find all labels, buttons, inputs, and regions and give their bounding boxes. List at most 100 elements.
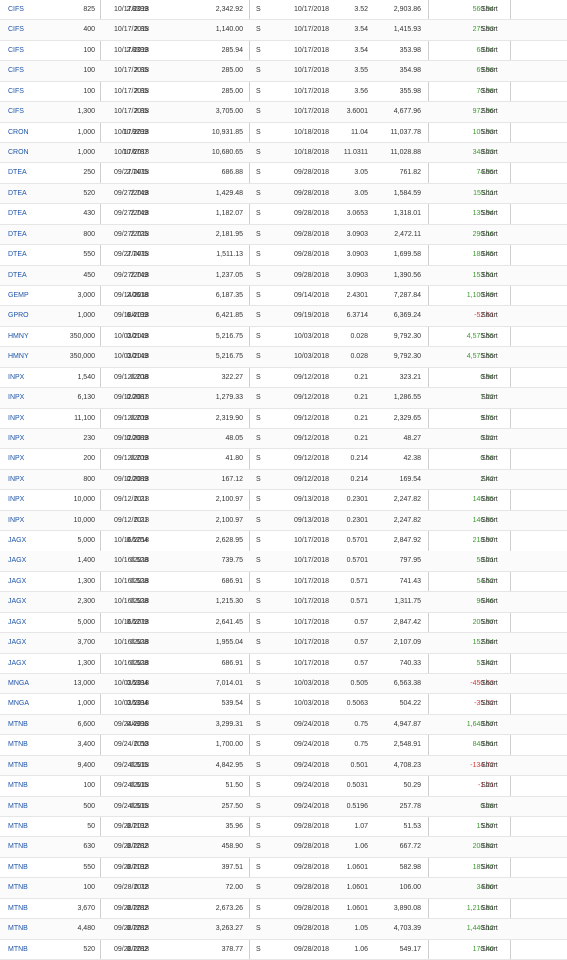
- term-cell: Short: [481, 87, 498, 95]
- sell-date-cell: 09/28/2018: [294, 925, 330, 933]
- symbol-link[interactable]: MNGA: [8, 674, 29, 694]
- sell-amount-cell: 504.22: [399, 700, 421, 708]
- symbol-link[interactable]: JAGX: [8, 572, 26, 592]
- symbol-link[interactable]: MTNB: [8, 817, 28, 837]
- symbol-link[interactable]: HMNY: [8, 347, 29, 367]
- sell-price-cell: 1.06: [354, 945, 368, 953]
- symbol-link[interactable]: INPX: [8, 368, 24, 388]
- buy-price-cell: 0.515: [130, 761, 148, 769]
- table-row: JAGX 2,300 10/16/2018 0.528 1,215.30 S 10/17/2…: [0, 592, 567, 613]
- symbol-link[interactable]: MTNB: [8, 940, 28, 960]
- sell-amount-cell: 761.82: [399, 169, 421, 177]
- symbol-link[interactable]: JAGX: [8, 551, 26, 571]
- symbol-link[interactable]: MTNB: [8, 776, 28, 796]
- symbol-link[interactable]: GPRO: [8, 306, 29, 326]
- sell-date-cell: 10/17/2018: [294, 26, 330, 34]
- symbol-link[interactable]: CRON: [8, 123, 29, 143]
- sell-date-cell: 09/24/2018: [294, 802, 330, 810]
- sell-price-cell: 0.505: [350, 680, 368, 688]
- symbol-link[interactable]: DTEA: [8, 184, 27, 204]
- symbol-link[interactable]: MTNB: [8, 735, 28, 755]
- symbol-link[interactable]: DTEA: [8, 204, 27, 224]
- symbol-link[interactable]: INPX: [8, 490, 24, 510]
- buy-amount-cell: 1,140.00: [215, 26, 243, 34]
- symbol-link[interactable]: MTNB: [8, 858, 28, 878]
- symbol-link[interactable]: INPX: [8, 429, 24, 449]
- sell-date-cell: 09/12/2018: [294, 414, 330, 422]
- buy-price-cell: 0.21: [134, 496, 148, 504]
- symbol-link[interactable]: DTEA: [8, 163, 27, 183]
- symbol-link[interactable]: MTNB: [8, 878, 28, 898]
- symbol-link[interactable]: JAGX: [8, 592, 26, 612]
- table-row: INPX 6,130 09/12/2018 0.2087 1,279.33 S 09/12/…: [0, 388, 567, 409]
- symbol-link[interactable]: CIFS: [8, 20, 24, 40]
- side-cell: S: [256, 884, 261, 892]
- sell-amount-cell: 4,677.96: [393, 108, 421, 116]
- buy-price-cell: 0.5279: [126, 618, 148, 626]
- buy-amount-cell: 3,263.27: [215, 925, 243, 933]
- symbol-link[interactable]: DTEA: [8, 245, 27, 265]
- sell-amount-cell: 4,947.87: [393, 720, 421, 728]
- term-cell: Short: [481, 516, 498, 524]
- buy-amount-cell: 2,673.26: [215, 904, 243, 912]
- quantity-cell: 430: [83, 210, 95, 218]
- symbol-link[interactable]: CIFS: [8, 82, 24, 102]
- buy-amount-cell: 6,421.85: [215, 312, 243, 320]
- term-cell: Short: [481, 843, 498, 851]
- table-row: DTEA 430 09/27/2018 2.749 1,182.07 S 09/28/201…: [0, 204, 567, 225]
- symbol-link[interactable]: INPX: [8, 409, 24, 429]
- buy-price-cell: 0.2087: [126, 394, 148, 402]
- buy-amount-cell: 378.77: [221, 945, 243, 953]
- symbol-link[interactable]: MTNB: [8, 756, 28, 776]
- symbol-link[interactable]: INPX: [8, 511, 24, 531]
- symbol-link[interactable]: MNGA: [8, 694, 29, 714]
- side-cell: S: [256, 394, 261, 402]
- term-cell: Short: [481, 700, 498, 708]
- quantity-cell: 100: [83, 884, 95, 892]
- term-cell: Short: [481, 6, 498, 13]
- sell-amount-cell: 6,563.38: [393, 680, 421, 688]
- term-cell: Short: [481, 67, 498, 75]
- sell-date-cell: 09/12/2018: [294, 394, 330, 402]
- symbol-link[interactable]: CIFS: [8, 61, 24, 81]
- symbol-link[interactable]: DTEA: [8, 266, 27, 286]
- table-row: DTEA 520 09/27/2018 2.749 1,429.48 S 09/28/201…: [0, 183, 567, 205]
- side-cell: S: [256, 46, 261, 54]
- symbol-link[interactable]: MTNB: [8, 715, 28, 735]
- buy-amount-cell: 7,014.01: [215, 680, 243, 688]
- sell-date-cell: 09/24/2018: [294, 761, 330, 769]
- symbol-link[interactable]: MTNB: [8, 919, 28, 939]
- quantity-cell: 450: [83, 271, 95, 279]
- symbol-link[interactable]: CIFS: [8, 102, 24, 122]
- side-cell: S: [256, 189, 261, 197]
- term-cell: Short: [481, 925, 498, 933]
- symbol-link[interactable]: JAGX: [8, 654, 26, 674]
- symbol-link[interactable]: HMNY: [8, 327, 29, 347]
- buy-price-cell: 2.85: [134, 108, 148, 116]
- symbol-link[interactable]: CIFS: [8, 41, 24, 61]
- table-row: INPX 10,000 09/12/2018 0.21 2,100.97 S 09/13/2…: [0, 490, 567, 511]
- symbol-link[interactable]: INPX: [8, 449, 24, 469]
- side-cell: S: [256, 863, 261, 871]
- trade-history-table: CIFS 825 10/17/2018 2.8399 2,342.92 S 10/17/20…: [0, 0, 567, 960]
- quantity-cell: 630: [83, 843, 95, 851]
- sell-amount-cell: 797.95: [399, 557, 421, 565]
- symbol-link[interactable]: MTNB: [8, 837, 28, 857]
- symbol-link[interactable]: GEMP: [8, 286, 29, 306]
- symbol-link[interactable]: MTNB: [8, 797, 28, 817]
- symbol-link[interactable]: MTNB: [8, 899, 28, 919]
- symbol-link[interactable]: JAGX: [8, 613, 26, 633]
- sell-price-cell: 0.75: [354, 720, 368, 728]
- symbol-link[interactable]: CRON: [8, 143, 29, 163]
- quantity-cell: 230: [83, 434, 95, 442]
- symbol-link[interactable]: JAGX: [8, 633, 26, 653]
- symbol-link[interactable]: INPX: [8, 388, 24, 408]
- side-cell: S: [256, 823, 261, 831]
- sell-date-cell: 09/28/2018: [294, 884, 330, 892]
- term-cell: Short: [481, 639, 498, 647]
- symbol-link[interactable]: CIFS: [8, 0, 24, 20]
- symbol-link[interactable]: INPX: [8, 470, 24, 490]
- sell-price-cell: 3.54: [354, 46, 368, 54]
- symbol-link[interactable]: JAGX: [8, 531, 26, 551]
- symbol-link[interactable]: DTEA: [8, 225, 27, 245]
